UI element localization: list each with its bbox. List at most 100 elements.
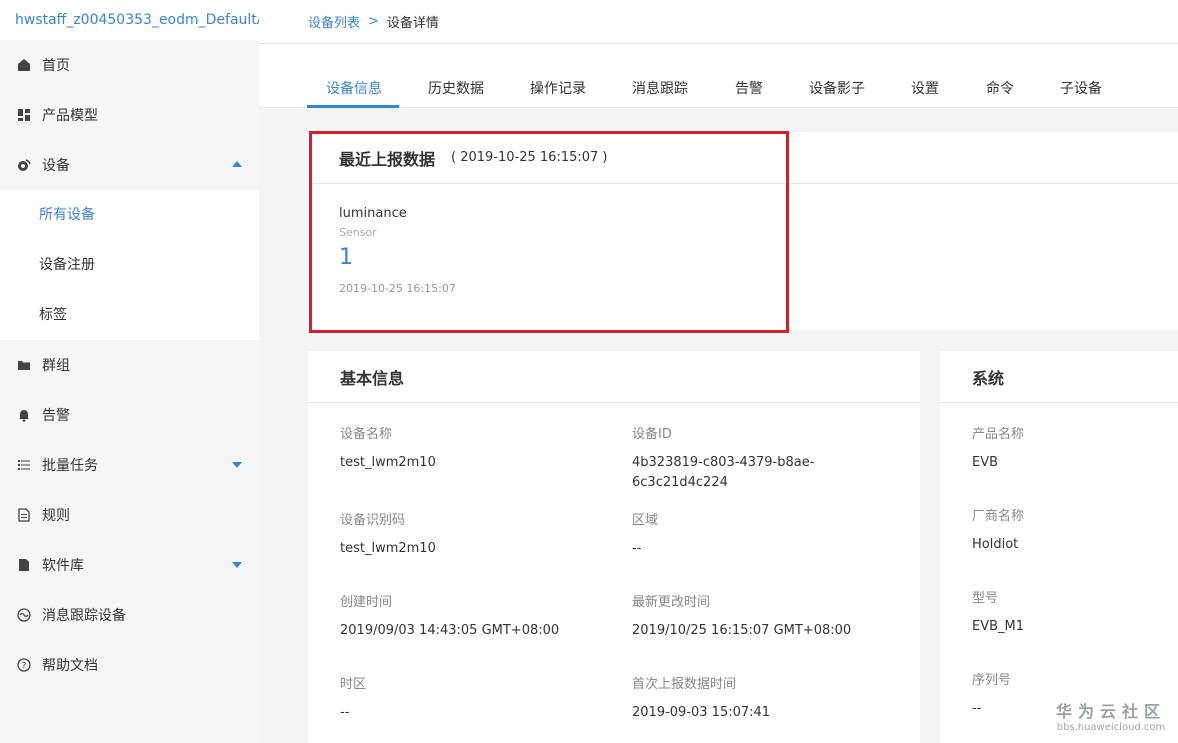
watermark: 华为云社区 bbs.huaweicloud.com: [1056, 698, 1166, 733]
field-label: 区域: [632, 513, 659, 528]
tab-operation-log[interactable]: 操作记录: [530, 78, 586, 98]
sidebar-item-device[interactable]: 设备: [0, 140, 259, 190]
sidebar-item-label: 消息跟踪设备: [42, 608, 126, 624]
field-label: 设备名称: [340, 427, 393, 442]
annotation-highlight-box: [309, 131, 789, 333]
sidebar-item-label: 群组: [42, 358, 70, 374]
field-value: 2019-09-03 15:07:41: [632, 705, 771, 720]
field-created-time: 创建时间 2019/09/03 14:43:05 GMT+08:00: [340, 591, 559, 641]
watermark-url: bbs.huaweicloud.com: [1056, 722, 1166, 733]
subnav-item-device-register[interactable]: 设备注册: [0, 240, 259, 290]
breadcrumb-current: 设备详情: [386, 16, 439, 31]
device-id-line-2: 6c3c21d4c224: [632, 475, 728, 490]
field-value: --: [972, 701, 982, 716]
field-label: 设备识别码: [340, 513, 406, 528]
tab-settings[interactable]: 设置: [911, 78, 939, 98]
field-label: 最新更改时间: [632, 595, 711, 610]
bell-icon: [16, 407, 32, 423]
field-value: test_lwm2m10: [340, 541, 436, 556]
system-title: 系统: [940, 351, 1178, 403]
svg-text:?: ?: [22, 662, 27, 672]
chevron-up-icon[interactable]: [232, 161, 242, 167]
device-id-line-1: 4b323819-c803-4379-b8ae-: [632, 455, 815, 470]
grid-icon: [16, 107, 32, 123]
tab-device-shadow[interactable]: 设备影子: [809, 78, 865, 98]
home-icon: [16, 57, 32, 73]
sidebar-item-message-trace[interactable]: 消息跟踪设备: [0, 590, 259, 640]
basic-info-title: 基本信息: [308, 351, 920, 403]
sidebar-nav-lower: 群组 告警 批量任务 规则 软件库 消息跟踪设备 ? 帮助文档: [0, 340, 259, 690]
field-label: 型号: [972, 591, 999, 606]
field-product-name: 产品名称 EVB: [972, 423, 1024, 473]
field-timezone: 时区 --: [340, 673, 366, 723]
sidebar-item-alarm[interactable]: 告警: [0, 390, 259, 440]
device-icon: [16, 157, 32, 173]
sidebar-item-group[interactable]: 群组: [0, 340, 259, 390]
field-value: --: [632, 541, 642, 556]
field-value: EVB: [972, 455, 999, 470]
basic-info-card: 基本信息 设备名称 test_lwm2m10 设备ID 4b323819-c80…: [308, 351, 920, 743]
sidebar-nav: 首页 产品模型 设备: [0, 40, 259, 190]
breadcrumb: 设备列表 > 设备详情: [259, 0, 1178, 44]
document-icon: [16, 507, 32, 523]
app-name[interactable]: hwstaff_z00450353_eodm_DefaultApp: [0, 0, 259, 40]
tab-device-info[interactable]: 设备信息: [326, 78, 382, 98]
field-value: 2019/10/25 16:15:07 GMT+08:00: [632, 623, 852, 638]
sidebar: hwstaff_z00450353_eodm_DefaultApp 首页 产品模…: [0, 0, 259, 743]
field-vendor-name: 厂商名称 Holdiot: [972, 505, 1024, 555]
sidebar-item-label: 软件库: [42, 558, 84, 574]
chevron-down-icon[interactable]: [232, 562, 242, 568]
field-value: 4b323819-c803-4379-b8ae- 6c3c21d4c224: [632, 453, 814, 493]
sidebar-item-label: 帮助文档: [42, 658, 98, 674]
field-device-id: 设备ID 4b323819-c803-4379-b8ae- 6c3c21d4c2…: [632, 423, 814, 493]
tab-sub-devices[interactable]: 子设备: [1060, 78, 1102, 98]
system-card: 系统 产品名称 EVB 厂商名称 Holdiot 型号 EVB_M1 序列号 -…: [940, 351, 1178, 743]
sidebar-item-label: 批量任务: [42, 458, 98, 474]
sidebar-item-home[interactable]: 首页: [0, 40, 259, 90]
sidebar-item-label: 设备: [42, 158, 70, 174]
file-icon: [16, 557, 32, 573]
field-value: 2019/09/03 14:43:05 GMT+08:00: [340, 623, 560, 638]
field-value: --: [340, 705, 350, 720]
main-content: 设备列表 > 设备详情 设备信息 历史数据 操作记录 消息跟踪 告警 设备影子 …: [259, 0, 1178, 743]
sidebar-item-label: 告警: [42, 408, 70, 424]
field-model: 型号 EVB_M1: [972, 587, 1024, 637]
sidebar-item-software-library[interactable]: 软件库: [0, 540, 259, 590]
field-device-name: 设备名称 test_lwm2m10: [340, 423, 436, 473]
field-serial-number: 序列号 --: [972, 669, 1011, 719]
watermark-title: 华为云社区: [1055, 702, 1166, 721]
tab-history-data[interactable]: 历史数据: [428, 78, 484, 98]
sidebar-item-product-model[interactable]: 产品模型: [0, 90, 259, 140]
tab-bar: 设备信息 历史数据 操作记录 消息跟踪 告警 设备影子 设置 命令 子设备: [259, 44, 1178, 108]
field-label: 厂商名称: [972, 509, 1025, 524]
device-subnav: 所有设备 设备注册 标签: [0, 190, 259, 340]
list-icon: [16, 457, 32, 473]
field-value: EVB_M1: [972, 619, 1025, 634]
field-value: test_lwm2m10: [340, 455, 436, 470]
breadcrumb-device-list[interactable]: 设备列表: [308, 12, 360, 31]
sidebar-item-batch-tasks[interactable]: 批量任务: [0, 440, 259, 490]
sidebar-item-label: 首页: [42, 58, 70, 74]
subnav-item-all-devices[interactable]: 所有设备: [0, 190, 259, 240]
tab-alarm[interactable]: 告警: [735, 78, 763, 98]
field-label: 设备ID: [632, 427, 672, 442]
folder-icon: [16, 357, 32, 373]
sidebar-item-rules[interactable]: 规则: [0, 490, 259, 540]
active-tab-indicator: [307, 105, 399, 108]
field-updated-time: 最新更改时间 2019/10/25 16:15:07 GMT+08:00: [632, 591, 851, 641]
field-label: 产品名称: [972, 427, 1025, 442]
subnav-item-tags[interactable]: 标签: [0, 290, 259, 340]
tab-commands[interactable]: 命令: [986, 78, 1014, 98]
chevron-down-icon[interactable]: [232, 462, 242, 468]
field-label: 创建时间: [340, 595, 393, 610]
sidebar-item-label: 产品模型: [42, 108, 98, 124]
sidebar-item-help[interactable]: ? 帮助文档: [0, 640, 259, 690]
field-value: Holdiot: [972, 537, 1019, 552]
help-icon: ?: [16, 657, 32, 673]
wave-icon: [16, 607, 32, 623]
field-node-id: 设备识别码 test_lwm2m10: [340, 509, 436, 559]
breadcrumb-separator: >: [368, 14, 379, 29]
sidebar-item-label: 规则: [42, 508, 70, 524]
tab-message-trace[interactable]: 消息跟踪: [632, 78, 688, 98]
field-label: 时区: [340, 677, 367, 692]
